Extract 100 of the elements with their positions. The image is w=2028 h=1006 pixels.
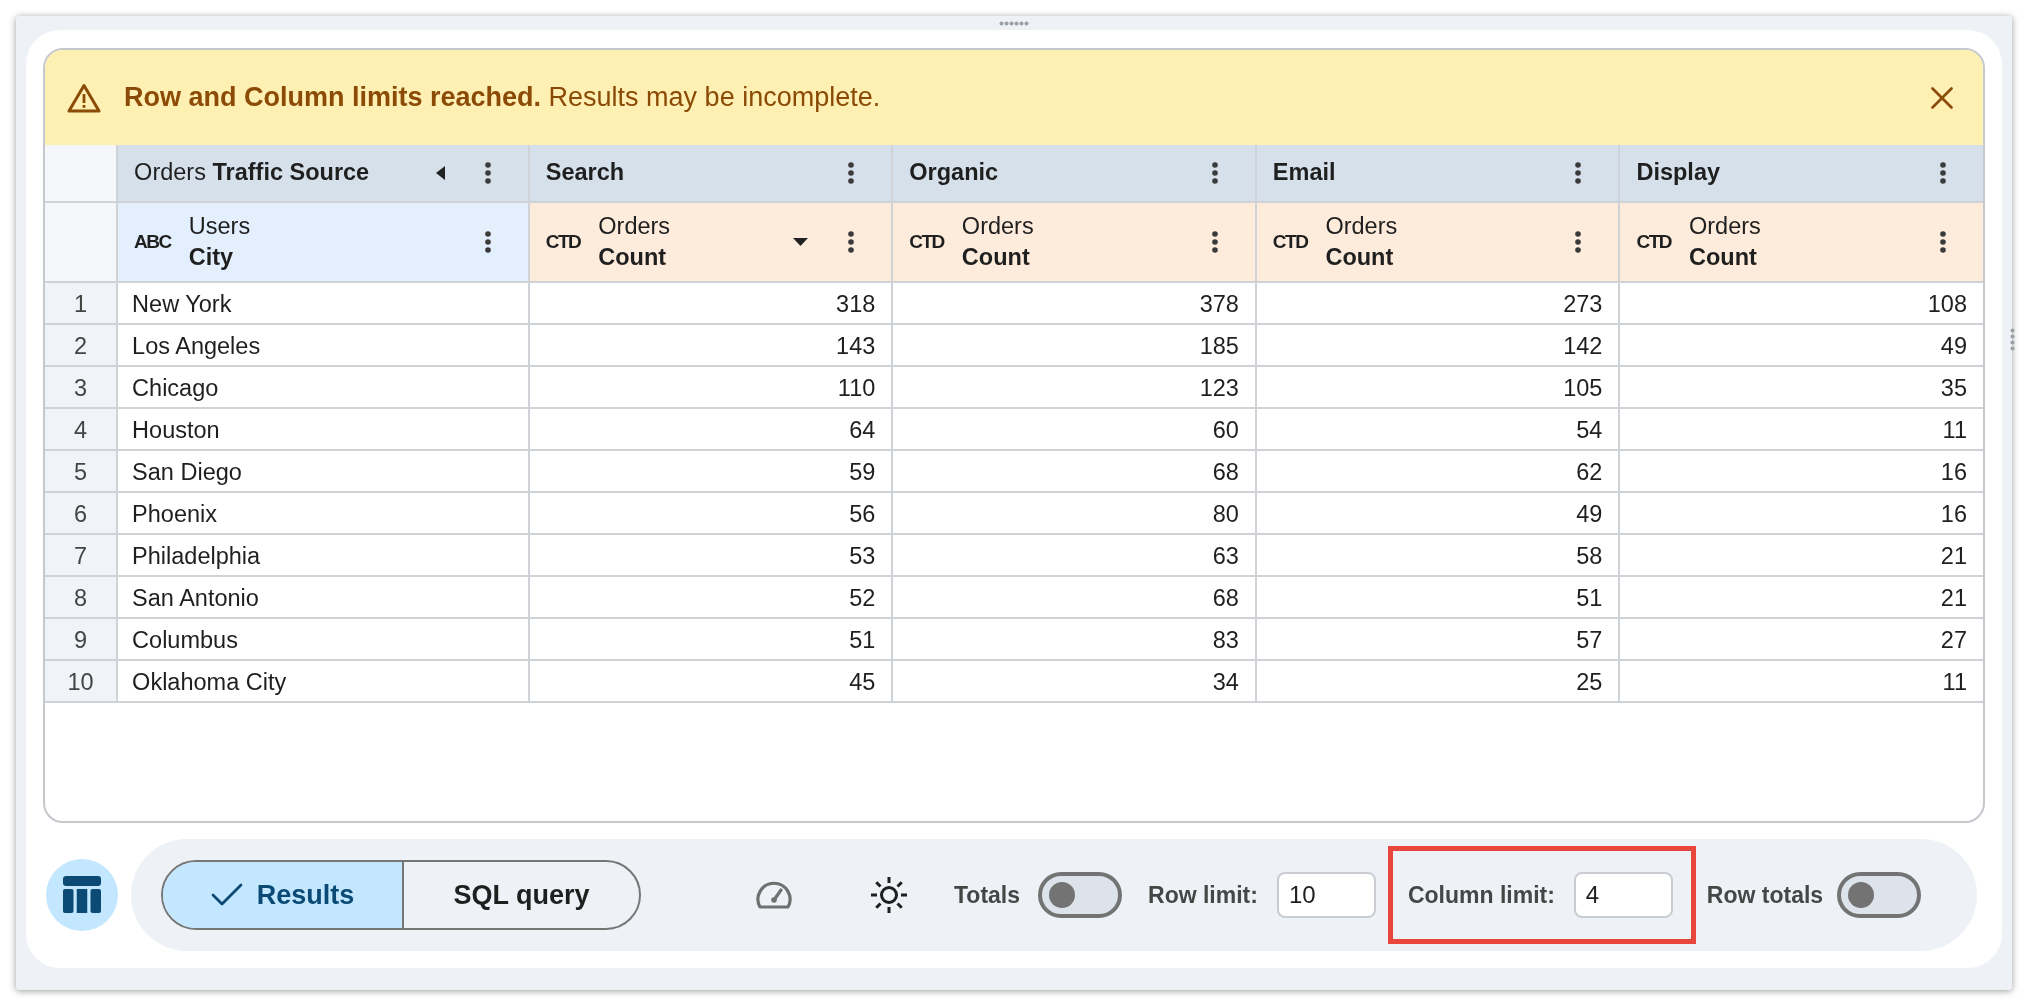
table-cell: 185 — [892, 324, 1256, 366]
table-cell: Houston — [117, 408, 529, 450]
resize-handle-icon[interactable] — [2010, 328, 2015, 353]
field-type-label: ABC — [134, 229, 171, 254]
table-cell: Oklahoma City — [117, 660, 529, 702]
table-cell: 16 — [1619, 450, 1983, 492]
field-type-label: CTD — [545, 229, 581, 254]
table-cell: 108 — [1619, 282, 1983, 324]
totals-label: Totals — [954, 880, 1021, 910]
table-icon[interactable] — [46, 859, 118, 931]
table-cell: 57 — [1255, 618, 1620, 660]
row-number: 8 — [45, 576, 118, 618]
table-cell: 49 — [1255, 492, 1620, 534]
table-cell: Phoenix — [117, 492, 529, 534]
table-cell: 64 — [528, 408, 893, 450]
table-cell: 58 — [1255, 534, 1620, 576]
speedometer-icon[interactable] — [756, 881, 792, 909]
more-options-icon[interactable] — [1211, 162, 1218, 184]
table-cell: 35 — [1619, 366, 1983, 408]
table-cell: 143 — [528, 324, 893, 366]
table-cell: 52 — [528, 576, 893, 618]
row-number: 3 — [45, 366, 118, 408]
close-icon[interactable] — [1931, 86, 1953, 109]
table-cell: 83 — [892, 618, 1256, 660]
row-number: 1 — [45, 282, 118, 324]
table-cell: 68 — [892, 450, 1256, 492]
row-number: 4 — [45, 408, 118, 450]
table-cell: 21 — [1619, 576, 1983, 618]
tab[interactable]: Results — [163, 862, 402, 928]
toggle-switch[interactable] — [1837, 872, 1922, 918]
pivot-value-label: Display — [1636, 158, 1720, 188]
row-limit-field[interactable]: 10 — [1276, 872, 1376, 918]
more-options-icon[interactable] — [848, 231, 855, 253]
more-options-icon[interactable] — [1940, 162, 1946, 184]
table-cell: Philadelphia — [117, 534, 529, 576]
pivot-value-label: Email — [1272, 158, 1336, 188]
column-label: Orders Count — [598, 212, 671, 272]
banner-message: Row and Column limits reached. Results may be incomplete. — [124, 81, 881, 115]
table-cell: 63 — [892, 534, 1256, 576]
row-totals-label: Row totals — [1706, 880, 1824, 910]
table-cell: 53 — [528, 534, 893, 576]
pivot-value-label: Organic — [909, 158, 999, 188]
field-type-label: CTD — [1272, 229, 1308, 254]
table-cell: 59 — [528, 450, 893, 492]
table-cell: 27 — [1619, 618, 1983, 660]
tab[interactable]: SQL query — [402, 862, 639, 928]
table-cell: 80 — [892, 492, 1256, 534]
pivot-header-label: Orders Traffic Source — [134, 158, 370, 188]
row-number: 7 — [45, 534, 118, 576]
more-options-icon[interactable] — [484, 162, 491, 184]
table-cell: New York — [117, 282, 529, 324]
table-cell: 105 — [1255, 366, 1620, 408]
more-options-icon[interactable] — [1575, 231, 1582, 253]
pivot-value-label: Search — [545, 158, 625, 188]
more-options-icon[interactable] — [1211, 231, 1218, 253]
table-cell: 54 — [1255, 408, 1620, 450]
drag-handle-icon[interactable] — [999, 20, 1029, 26]
column-label: Orders Count — [1325, 212, 1398, 272]
field-type-label: CTD — [1636, 229, 1671, 254]
column-label: Users City — [188, 212, 251, 272]
table-cell: 51 — [1255, 576, 1620, 618]
more-options-icon[interactable] — [1940, 231, 1946, 253]
more-options-icon[interactable] — [484, 231, 491, 253]
table-cell: San Antonio — [117, 576, 529, 618]
sun-icon[interactable] — [869, 875, 909, 915]
row-limit-label: Row limit: — [1148, 880, 1258, 910]
table-cell: 123 — [892, 366, 1256, 408]
table-cell: 110 — [528, 366, 893, 408]
table-cell: 378 — [892, 282, 1256, 324]
row-number: 9 — [45, 618, 118, 660]
table-cell: 60 — [892, 408, 1256, 450]
row-number: 2 — [45, 324, 118, 366]
table-cell: 56 — [528, 492, 893, 534]
toggle-switch[interactable] — [1038, 872, 1123, 918]
table-cell: 273 — [1255, 282, 1620, 324]
table-cell: 62 — [1255, 450, 1620, 492]
table-cell: Chicago — [117, 366, 529, 408]
table-cell: 25 — [1255, 660, 1620, 702]
row-number: 6 — [45, 492, 118, 534]
column-limit-field[interactable]: 4 — [1573, 872, 1673, 918]
table-cell: 11 — [1619, 660, 1983, 702]
table-cell: 16 — [1619, 492, 1983, 534]
table-cell: Columbus — [117, 618, 529, 660]
warning-icon — [67, 82, 101, 113]
table-cell: 45 — [528, 660, 893, 702]
table-cell: 142 — [1255, 324, 1620, 366]
table-cell: 318 — [528, 282, 893, 324]
check-icon — [210, 883, 243, 907]
table-cell: Los Angeles — [117, 324, 529, 366]
more-options-icon[interactable] — [848, 162, 855, 184]
collapse-arrow-icon[interactable] — [435, 166, 445, 180]
table-cell: 51 — [528, 618, 893, 660]
sort-descending-icon[interactable] — [793, 238, 809, 246]
table-cell: 49 — [1619, 324, 1983, 366]
column-label: Orders Count — [1689, 212, 1761, 272]
more-options-icon[interactable] — [1575, 162, 1582, 184]
column-limit-label: Column limit: — [1407, 880, 1555, 910]
table-cell: 11 — [1619, 408, 1983, 450]
table-cell: 21 — [1619, 534, 1983, 576]
table-cell: 68 — [892, 576, 1256, 618]
